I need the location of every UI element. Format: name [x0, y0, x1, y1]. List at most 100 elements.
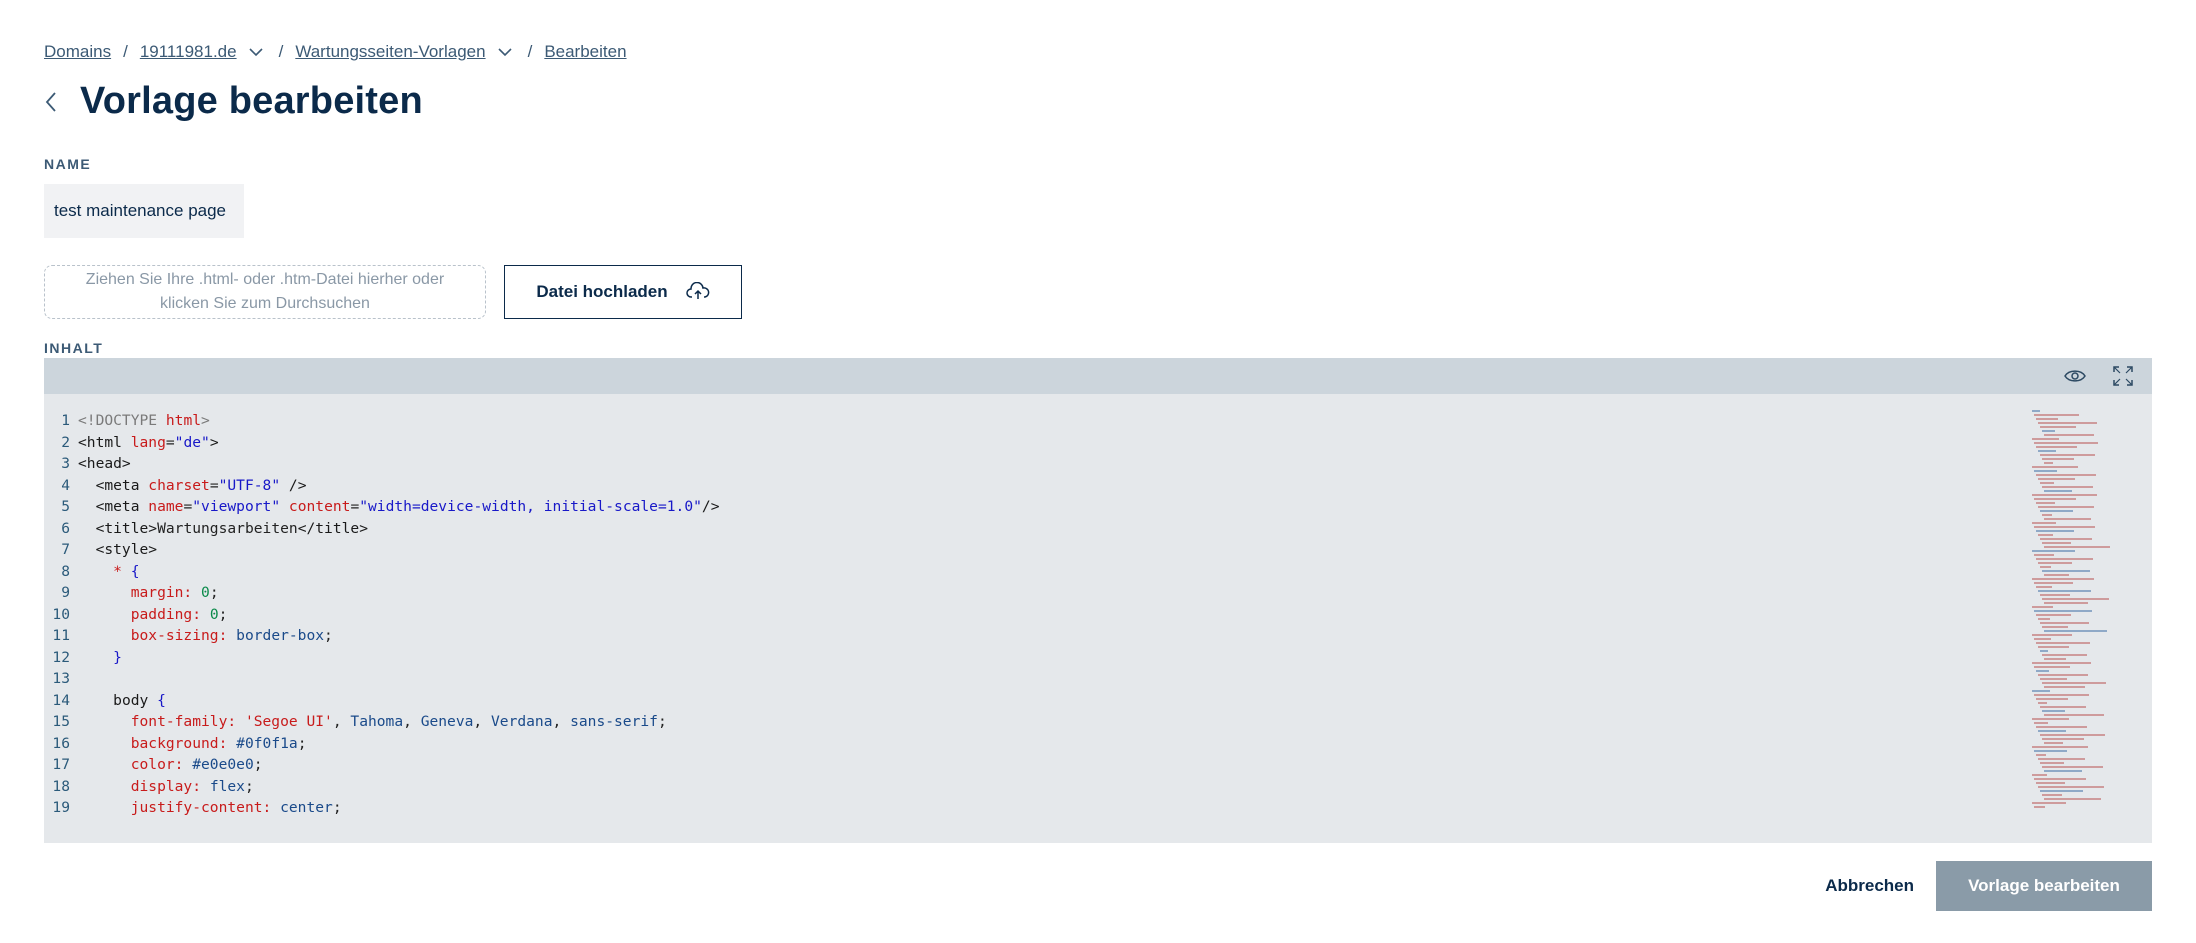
minimap-line: [2034, 610, 2092, 612]
content-label: INHALT: [44, 340, 104, 356]
line-number: 19: [52, 799, 70, 816]
code-text: font-family: 'Segoe UI', Tahoma, Geneva,…: [130, 713, 667, 730]
minimap-line: [2038, 478, 2075, 480]
code-text: color: #e0e0e0;: [130, 756, 263, 773]
code-line[interactable]: 14 body {: [44, 690, 2044, 712]
minimap-line: [2036, 642, 2090, 644]
minimap-line: [2034, 806, 2045, 808]
chevron-down-icon[interactable]: [494, 45, 516, 59]
minimap-line: [2036, 614, 2071, 616]
code-line[interactable]: 4 <meta charset="UTF-8" />: [44, 475, 2044, 497]
code-line[interactable]: 8 * {: [44, 561, 2044, 583]
minimap-line: [2036, 586, 2052, 588]
minimap-line: [2044, 798, 2101, 800]
minimap-line: [2038, 786, 2104, 788]
file-dropzone[interactable]: Ziehen Sie Ihre .html- oder .htm-Datei h…: [44, 265, 486, 319]
minimap-line: [2042, 766, 2103, 768]
minimap-line: [2042, 654, 2087, 656]
code-text: display: flex;: [130, 777, 254, 795]
code-line[interactable]: 6 <title>Wartungsarbeiten</title>: [44, 518, 2044, 540]
minimap-line: [2044, 490, 2072, 492]
code-line[interactable]: 16 background: #0f0f1a;: [44, 733, 2044, 755]
submit-button[interactable]: Vorlage bearbeiten: [1936, 861, 2152, 911]
code-text: * {: [113, 562, 140, 580]
breadcrumb-domain[interactable]: 19111981.de: [140, 42, 237, 62]
line-number: 1: [61, 412, 70, 429]
chevron-left-icon[interactable]: [44, 87, 66, 117]
breadcrumb: Domains / 19111981.de / Wartungsseiten-V…: [44, 42, 627, 62]
code-line[interactable]: 9 margin: 0;: [44, 582, 2044, 604]
minimap-line: [2034, 582, 2073, 584]
minimap-line: [2040, 594, 2070, 596]
code-line[interactable]: 5 <meta name="viewport" content="width=d…: [44, 496, 2044, 518]
line-number: 14: [52, 691, 70, 709]
breadcrumb-templates[interactable]: Wartungsseiten-Vorlagen: [295, 42, 485, 62]
minimap-line: [2044, 518, 2091, 520]
code-text: <meta charset="UTF-8" />: [95, 476, 307, 494]
minimap-line: [2044, 434, 2094, 436]
line-number: 12: [52, 648, 70, 666]
minimap-line: [2038, 758, 2085, 760]
minimap-line: [2042, 458, 2074, 460]
name-label: NAME: [44, 156, 92, 172]
line-number: 15: [52, 713, 70, 730]
minimap-line: [2040, 706, 2086, 708]
eye-icon[interactable]: [2062, 364, 2088, 388]
code-line[interactable]: 17 color: #e0e0e0;: [44, 754, 2044, 776]
code-line[interactable]: 2 <html lang="de">: [44, 432, 2044, 454]
minimap-line: [2040, 482, 2054, 484]
cloud-upload-icon: [685, 282, 710, 302]
code-text: <meta name="viewport" content="width=dev…: [95, 498, 720, 515]
minimap-line: [2036, 418, 2058, 420]
minimap-line: [2044, 742, 2063, 744]
line-number: 18: [52, 777, 70, 795]
chevron-down-icon[interactable]: [245, 45, 267, 59]
upload-file-button[interactable]: Datei hochladen: [504, 265, 742, 319]
minimap-line: [2044, 770, 2082, 772]
minimap-line: [2036, 670, 2049, 672]
line-number: 5: [61, 498, 70, 515]
code-line[interactable]: 18 display: flex;: [44, 776, 2044, 798]
code-line[interactable]: 10 padding: 0;: [44, 604, 2044, 626]
code-line[interactable]: 1 <!DOCTYPE html>: [44, 410, 2044, 432]
breadcrumb-domains[interactable]: Domains: [44, 42, 111, 62]
code-line[interactable]: 7 <style>: [44, 539, 2044, 561]
minimap-line: [2042, 738, 2084, 740]
minimap-line: [2044, 714, 2104, 716]
minimap-line: [2040, 454, 2095, 456]
minimap-line: [2042, 626, 2068, 628]
minimap-line: [2032, 774, 2047, 776]
minimap-line: [2044, 658, 2066, 660]
minimap-line: [2036, 782, 2065, 784]
code-line[interactable]: 12 }: [44, 647, 2044, 669]
name-input[interactable]: [44, 184, 244, 238]
minimap-line: [2042, 682, 2106, 684]
cancel-button[interactable]: Abbrechen: [1819, 875, 1920, 897]
minimap-line: [2036, 754, 2046, 756]
minimap-line: [2038, 450, 2056, 452]
minimap-line: [2032, 606, 2053, 608]
code-line[interactable]: 3 <head>: [44, 453, 2044, 475]
fullscreen-icon[interactable]: [2110, 364, 2136, 388]
breadcrumb-edit[interactable]: Bearbeiten: [544, 42, 626, 62]
code-line[interactable]: 15 font-family: 'Segoe UI', Tahoma, Gene…: [44, 711, 2044, 733]
code-area[interactable]: 1 <!DOCTYPE html> 2 <html lang="de"> 3 <head>…: [44, 410, 2044, 820]
code-editor[interactable]: 1 <!DOCTYPE html> 2 <html lang="de"> 3 <head>…: [44, 358, 2152, 843]
minimap-line: [2038, 646, 2069, 648]
minimap-line: [2034, 778, 2086, 780]
code-line[interactable]: 19 justify-content: center;: [44, 797, 2044, 819]
minimap-line: [2038, 506, 2094, 508]
minimap-line: [2032, 690, 2050, 692]
minimap-line: [2032, 522, 2056, 524]
minimap-line: [2038, 590, 2091, 592]
minimap-line: [2044, 686, 2085, 688]
code-text: <head>: [78, 455, 131, 472]
code-text: <!DOCTYPE html>: [78, 412, 210, 429]
code-line[interactable]: 13: [44, 668, 2044, 690]
minimap-line: [2034, 526, 2095, 528]
code-line[interactable]: 11 box-sizing: border-box;: [44, 625, 2044, 647]
minimap-line: [2036, 558, 2093, 560]
minimap-line: [2036, 698, 2068, 700]
editor-minimap[interactable]: [2032, 410, 2152, 820]
minimap-line: [2032, 466, 2078, 468]
